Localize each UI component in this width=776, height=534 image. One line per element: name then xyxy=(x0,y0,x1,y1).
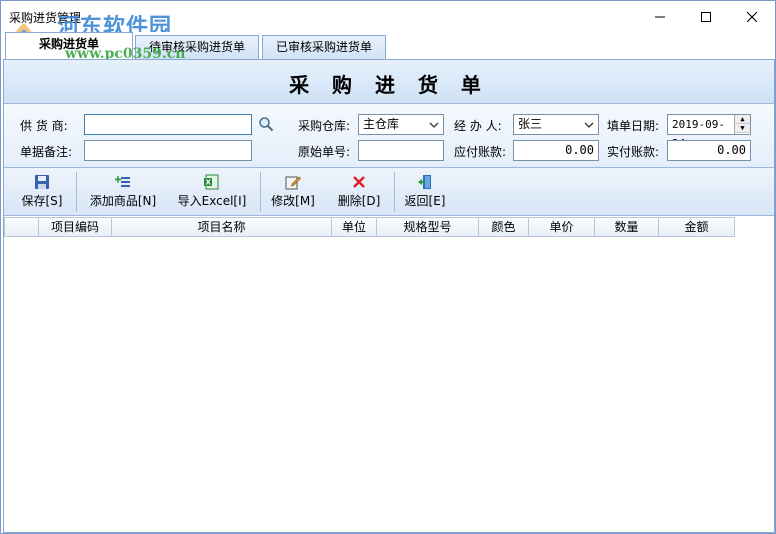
column-header-unit[interactable]: 单位 xyxy=(332,217,377,237)
toolbar-separator xyxy=(76,172,77,212)
column-header-amount[interactable]: 金额 xyxy=(659,217,735,237)
back-button[interactable]: 返回[E] xyxy=(402,172,448,212)
minimize-icon xyxy=(655,16,665,17)
back-label: 返回[E] xyxy=(404,194,446,208)
date-label: 填单日期: xyxy=(607,119,660,133)
toolbar: 保存[S] 添加商品[N] X 导入Excel[I] 修改[M] 删除[D] 返… xyxy=(4,168,774,216)
date-spinner[interactable]: ▲ ▼ xyxy=(734,115,750,134)
edit-icon xyxy=(285,176,301,190)
original-no-input[interactable] xyxy=(358,140,444,161)
search-icon[interactable] xyxy=(258,116,274,132)
handler-select[interactable]: 张三 xyxy=(513,114,599,135)
supplier-input[interactable] xyxy=(84,114,252,135)
import-excel-label: 导入Excel[I] xyxy=(177,194,247,208)
warehouse-select[interactable]: 主仓库 xyxy=(358,114,444,135)
close-button[interactable] xyxy=(729,1,775,32)
handler-label: 经 办 人: xyxy=(454,119,502,133)
window-title: 采购进货管理 xyxy=(9,11,82,25)
supplier-label: 供 货 商: xyxy=(20,119,68,133)
payable-label: 应付账款: xyxy=(454,145,507,159)
add-item-button[interactable]: 添加商品[N] xyxy=(86,172,160,212)
warehouse-value: 主仓库 xyxy=(363,117,400,131)
column-header-price[interactable]: 单价 xyxy=(529,217,595,237)
column-header-code[interactable]: 项目编码 xyxy=(39,217,112,237)
document-title: 采 购 进 货 单 xyxy=(289,73,489,97)
tab-reviewed[interactable]: 已审核采购进货单 xyxy=(262,35,386,60)
maximize-button[interactable] xyxy=(683,1,729,32)
save-icon xyxy=(35,175,49,189)
spin-up-icon[interactable]: ▲ xyxy=(735,115,750,124)
tab-pending-review[interactable]: 待审核采购进货单 xyxy=(135,35,259,60)
order-panel: 采 购 进 货 单 供 货 商: 采购仓库: 主仓库 经 办 人: 张三 填单日… xyxy=(3,59,775,533)
warehouse-label: 采购仓库: xyxy=(298,119,351,133)
delete-label: 删除[D] xyxy=(337,194,381,208)
column-header-quantity[interactable]: 数量 xyxy=(595,217,659,237)
save-label: 保存[S] xyxy=(21,194,63,208)
edit-button[interactable]: 修改[M] xyxy=(268,172,318,212)
tab-strip: 采购进货单 待审核采购进货单 已审核采购进货单 xyxy=(1,32,775,60)
title-bar[interactable]: 采购进货管理 河东软件园 xyxy=(1,1,775,58)
close-icon xyxy=(747,11,757,22)
import-excel-button[interactable]: X 导入Excel[I] xyxy=(174,172,250,212)
exit-door-icon xyxy=(418,175,431,189)
column-header-spec[interactable]: 规格型号 xyxy=(377,217,479,237)
remark-label: 单据备注: xyxy=(20,145,73,159)
order-form: 供 货 商: 采购仓库: 主仓库 经 办 人: 张三 填单日期: 2019-09… xyxy=(4,104,774,168)
spin-down-icon[interactable]: ▼ xyxy=(735,124,750,133)
date-picker[interactable]: 2019-09-24 ▲ ▼ xyxy=(667,114,751,150)
maximize-icon xyxy=(701,11,711,22)
add-item-icon xyxy=(115,176,130,187)
chevron-down-icon xyxy=(429,122,439,128)
minimize-button[interactable] xyxy=(637,1,683,32)
paid-input[interactable]: 0.00 xyxy=(667,140,751,161)
add-item-label: 添加商品[N] xyxy=(89,194,157,208)
tab-purchase-order[interactable]: 采购进货单 xyxy=(5,32,133,60)
handler-value: 张三 xyxy=(518,117,543,131)
save-button[interactable]: 保存[S] xyxy=(16,172,68,212)
paid-label: 实付账款: xyxy=(607,145,660,159)
svg-text:X: X xyxy=(206,179,212,187)
remark-input[interactable] xyxy=(84,140,252,161)
edit-label: 修改[M] xyxy=(271,194,315,208)
grid-row-header-corner xyxy=(4,217,39,237)
delete-button[interactable]: 删除[D] xyxy=(334,172,384,212)
toolbar-separator xyxy=(394,172,395,212)
document-header: 采 购 进 货 单 xyxy=(4,60,774,104)
payable-input[interactable]: 0.00 xyxy=(513,140,599,161)
toolbar-separator xyxy=(260,172,261,212)
column-header-name[interactable]: 项目名称 xyxy=(112,217,332,237)
column-header-color[interactable]: 颜色 xyxy=(479,217,529,237)
excel-icon: X xyxy=(204,174,219,190)
app-window: 采购进货管理 河东软件园 采购进货单 待审核采购进货单 已审核采购进货单 www… xyxy=(0,0,776,534)
chevron-down-icon xyxy=(584,122,594,128)
original-no-label: 原始单号: xyxy=(298,145,351,159)
delete-icon xyxy=(353,176,365,188)
